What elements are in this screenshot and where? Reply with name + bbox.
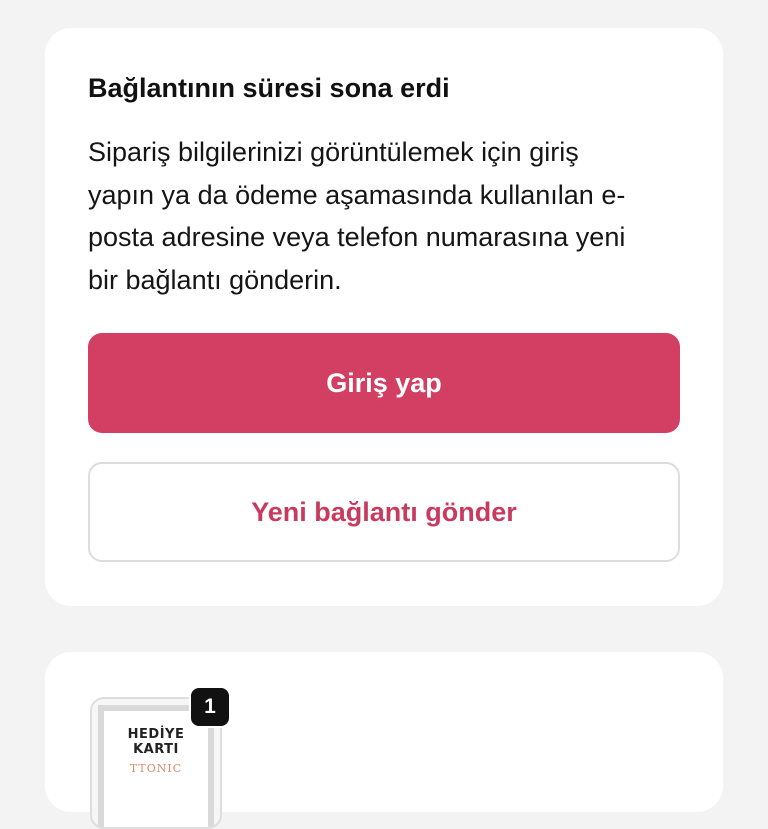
expired-title: Bağlantının süresi sona erdi [88, 73, 450, 103]
expired-message-line: bir bağlantı gönderin. [88, 264, 342, 295]
expired-message: Sipariş bilgilerinizi görüntülemek için … [88, 131, 680, 301]
expired-link-card: Bağlantının süresi sona erdi Sipariş bil… [45, 28, 723, 606]
expired-message-line: Sipariş bilgilerinizi görüntülemek için … [88, 137, 579, 167]
login-button[interactable]: Giriş yap [88, 333, 680, 433]
expired-message-line: yapın ya da ödeme aşamasında kullanılan … [88, 179, 626, 210]
gift-card-image: HEDİYE KARTI TTONIC [104, 711, 208, 827]
expired-message-line: posta adresine veya telefon numarasına y… [88, 222, 626, 252]
resend-link-button[interactable]: Yeni bağlantı gönder [88, 462, 680, 562]
gift-card-brand: TTONIC [129, 762, 183, 775]
quantity-badge: 1 [189, 686, 231, 728]
gift-card-label: HEDİYE [127, 727, 185, 742]
order-summary-card: HEDİYE KARTI TTONIC 1 [45, 652, 723, 829]
gift-card-label: KARTI [133, 742, 179, 757]
